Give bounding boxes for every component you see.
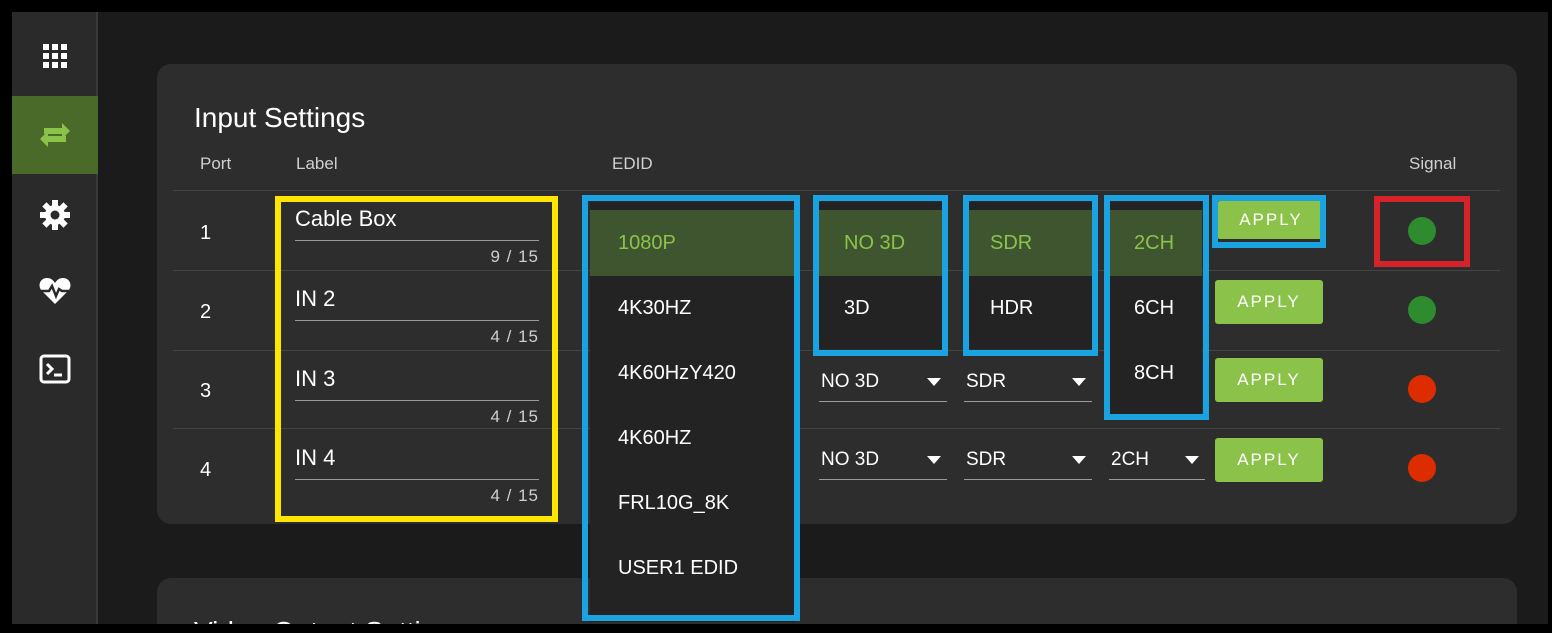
edid-dropdown-menu: 1080P 4K30HZ 4K60HzY420 4K60HZ FRL10G_8K…: [590, 202, 794, 622]
hdr-select[interactable]: SDR: [964, 440, 1092, 480]
dropdown-option[interactable]: HDR: [968, 275, 1092, 341]
apps-grid-icon: [43, 44, 67, 68]
chevron-down-icon: [1072, 377, 1086, 386]
sidebar-item-health[interactable]: [12, 252, 98, 330]
input-underline: [295, 479, 539, 480]
dropdown-option[interactable]: 3D: [818, 275, 942, 341]
select-value: NO 3D: [821, 370, 880, 392]
port-number: 1: [200, 222, 212, 244]
sidebar: [12, 12, 98, 624]
column-header-signal: Signal: [1409, 154, 1457, 173]
label-field[interactable]: IN 4 4 / 15: [295, 445, 539, 506]
sidebar-item-apps[interactable]: [12, 17, 98, 95]
dropdown-option[interactable]: 4K60HZ: [590, 405, 794, 471]
input-underline: [295, 240, 539, 241]
select-value: NO 3D: [821, 448, 880, 470]
sidebar-item-settings[interactable]: [12, 176, 98, 254]
column-header-port: Port: [200, 154, 232, 173]
label-field[interactable]: IN 3 4 / 15: [295, 366, 539, 427]
label-input[interactable]: IN 4: [295, 445, 539, 475]
column-header-label: Label: [296, 154, 338, 173]
sidebar-item-routing[interactable]: [12, 96, 98, 174]
character-counter: 4 / 15: [490, 486, 539, 505]
sidebar-item-console[interactable]: [12, 330, 98, 408]
character-counter: 9 / 15: [490, 247, 539, 266]
select-value: SDR: [966, 448, 1007, 470]
3d-select[interactable]: NO 3D: [819, 362, 947, 402]
character-counter: 4 / 15: [490, 407, 539, 426]
select-value: SDR: [966, 370, 1007, 392]
port-number: 3: [200, 380, 212, 402]
row-divider: [173, 428, 1500, 429]
dropdown-option[interactable]: USER1 EDID: [590, 535, 794, 601]
hdr-dropdown-menu: SDR HDR: [968, 202, 1092, 349]
label-field[interactable]: IN 2 4 / 15: [295, 286, 539, 347]
label-input[interactable]: IN 2: [295, 286, 539, 316]
apply-button[interactable]: APPLY: [1217, 201, 1325, 239]
page-title: Input Settings: [194, 102, 366, 133]
signal-indicator: [1408, 375, 1436, 403]
signal-indicator: [1408, 296, 1436, 324]
heart-pulse-icon: [39, 278, 71, 304]
label-input[interactable]: Cable Box: [295, 206, 539, 236]
row-divider: [173, 190, 1500, 191]
chevron-down-icon: [1072, 455, 1086, 464]
video-output-settings-card: Video Output Settings: [157, 578, 1517, 624]
terminal-icon: [39, 354, 71, 384]
input-underline: [295, 400, 539, 401]
signal-indicator: [1408, 217, 1436, 245]
character-counter: 4 / 15: [490, 327, 539, 346]
dropdown-option[interactable]: 2CH: [1110, 210, 1202, 276]
dropdown-option[interactable]: 8CH: [1110, 340, 1202, 406]
apply-button[interactable]: APPLY: [1215, 280, 1323, 324]
chevron-down-icon: [927, 455, 941, 464]
audio-dropdown-menu: 2CH 6CH 8CH: [1110, 202, 1202, 414]
app-screen: Input Settings Port Label EDID Signal 1 …: [12, 12, 1548, 624]
chevron-down-icon: [1185, 455, 1199, 464]
swap-arrows-icon: [40, 123, 70, 147]
apply-button[interactable]: APPLY: [1215, 358, 1323, 402]
screenshot-frame: Input Settings Port Label EDID Signal 1 …: [0, 0, 1552, 633]
3d-dropdown-menu: NO 3D 3D: [818, 202, 942, 349]
chevron-down-icon: [927, 377, 941, 386]
dropdown-option[interactable]: NO 3D: [818, 210, 942, 276]
dropdown-option[interactable]: 6CH: [1110, 275, 1202, 341]
label-field[interactable]: Cable Box 9 / 15: [295, 206, 539, 267]
dropdown-option[interactable]: 1080P: [590, 210, 794, 276]
apply-button[interactable]: APPLY: [1215, 438, 1323, 482]
audio-select[interactable]: 2CH: [1109, 440, 1205, 480]
column-header-edid: EDID: [612, 154, 653, 173]
dropdown-option[interactable]: 4K30HZ: [590, 275, 794, 341]
section-title: Video Output Settings: [194, 616, 466, 624]
dropdown-option[interactable]: 4K60HzY420: [590, 340, 794, 406]
input-underline: [295, 320, 539, 321]
port-number: 4: [200, 459, 212, 481]
signal-indicator: [1408, 454, 1436, 482]
label-input[interactable]: IN 3: [295, 366, 539, 396]
hdr-select[interactable]: SDR: [964, 362, 1092, 402]
3d-select[interactable]: NO 3D: [819, 440, 947, 480]
dropdown-option[interactable]: FRL10G_8K: [590, 470, 794, 536]
select-value: 2CH: [1111, 448, 1150, 470]
dropdown-option[interactable]: SDR: [968, 210, 1092, 276]
gear-icon: [40, 200, 70, 230]
port-number: 2: [200, 301, 212, 323]
row-divider: [173, 350, 1500, 351]
